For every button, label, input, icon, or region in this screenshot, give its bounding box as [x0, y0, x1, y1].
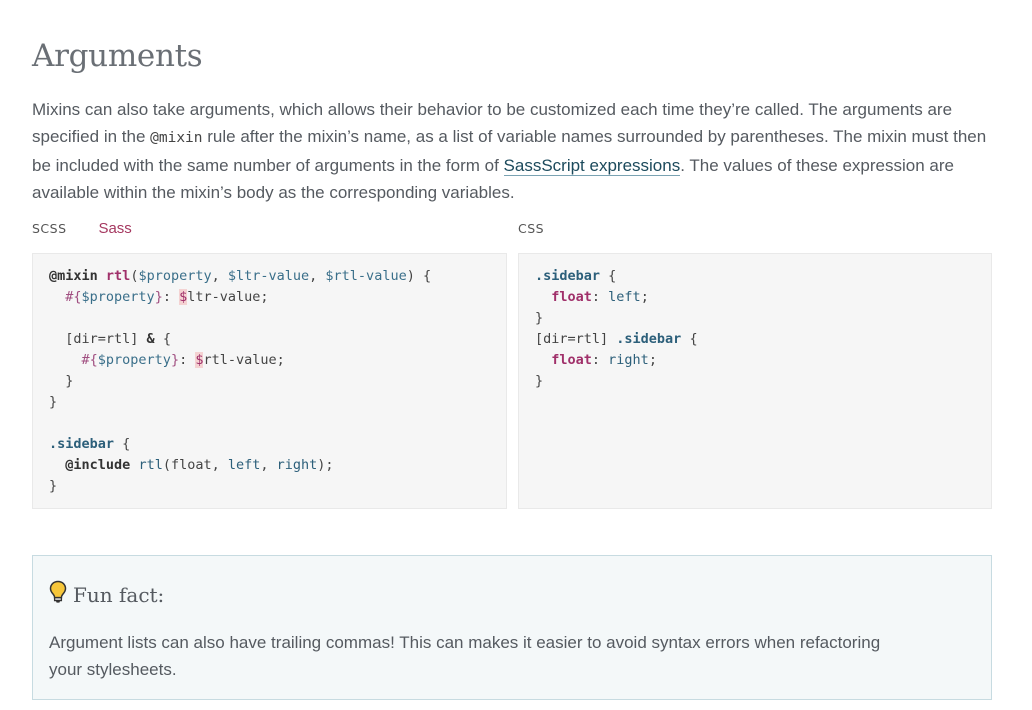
- page: Arguments Mixins can also take arguments…: [0, 0, 1032, 710]
- sassscript-link[interactable]: SassScript expressions: [503, 156, 681, 176]
- css-code: .sidebar { float: left; } [dir=rtl] .sid…: [535, 268, 698, 389]
- scss-code: @mixin rtl($property, $ltr-value, $rtl-v…: [49, 268, 432, 494]
- lightbulb-icon: [49, 580, 67, 609]
- tab-css[interactable]: CSS: [518, 221, 544, 236]
- output-tabs: CSS: [518, 220, 572, 236]
- tab-scss[interactable]: SCSS: [32, 221, 67, 236]
- section-heading: Arguments: [32, 38, 203, 74]
- intro-paragraph: Mixins can also take arguments, which al…: [32, 96, 992, 206]
- fun-fact-body: Argument lists can also have trailing co…: [49, 633, 881, 679]
- css-code-block: .sidebar { float: left; } [dir=rtl] .sid…: [518, 253, 992, 509]
- scss-code-block: @mixin rtl($property, $ltr-value, $rtl-v…: [32, 253, 507, 509]
- inline-code-mixin: @mixin: [150, 130, 203, 146]
- fun-fact-title: Fun fact:: [49, 580, 975, 609]
- fun-fact-title-text: Fun fact:: [73, 582, 165, 607]
- tab-sass[interactable]: Sass: [98, 220, 131, 237]
- fun-fact-callout: Fun fact: Argument lists can also have t…: [32, 555, 992, 700]
- syntax-tabs: SCSS Sass: [32, 220, 160, 237]
